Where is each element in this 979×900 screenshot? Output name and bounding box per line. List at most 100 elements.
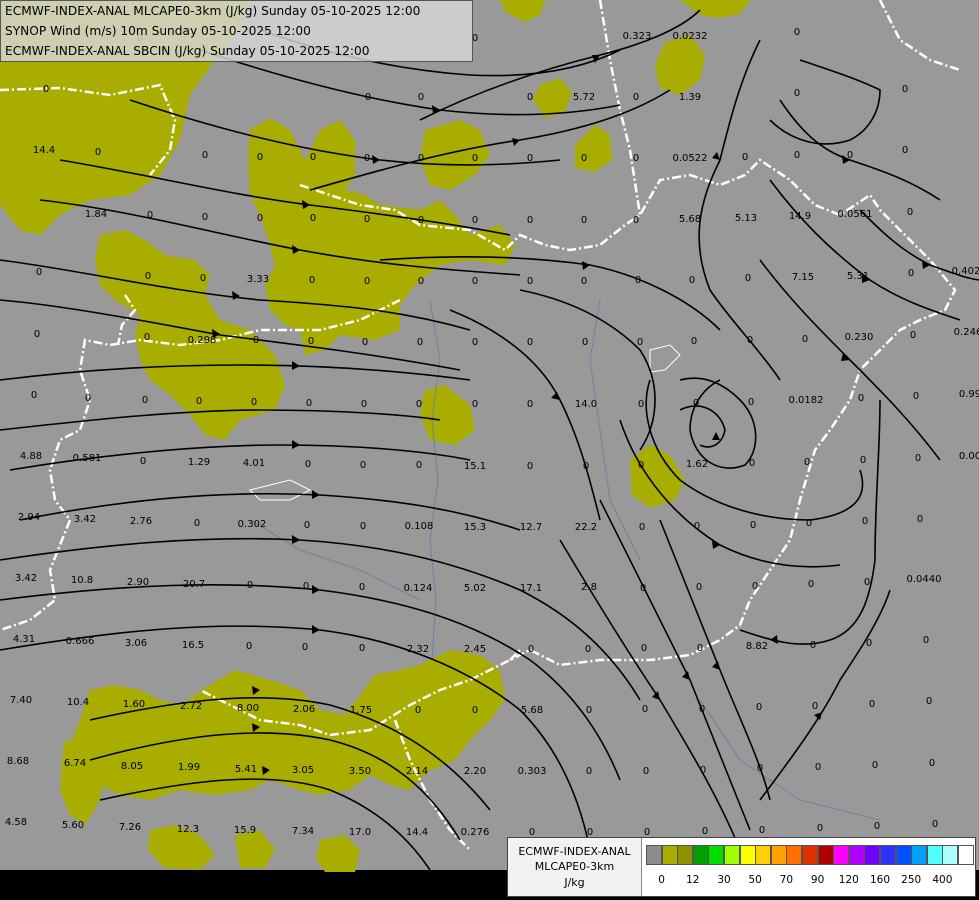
value-label: 0 (247, 580, 253, 591)
value-label: 0 (303, 581, 309, 592)
value-label: 0.298 (188, 335, 217, 346)
legend-color-swatch (833, 845, 850, 865)
value-label: 0 (417, 337, 423, 348)
value-label: 0 (43, 84, 49, 95)
value-label: 0.581 (73, 453, 102, 464)
value-label: 12.3 (177, 824, 199, 835)
value-label: 2.20 (464, 766, 486, 777)
value-label: 0.246 (954, 327, 979, 338)
value-label: 0 (527, 215, 533, 226)
value-label: 0.323 (623, 31, 652, 42)
value-label: 0 (581, 215, 587, 226)
value-label: 0 (36, 267, 42, 278)
legend-color-swatch (708, 845, 725, 865)
value-label: 0 (633, 153, 639, 164)
value-label: 2.90 (127, 577, 149, 588)
value-label: 0 (359, 582, 365, 593)
value-label: 2.32 (407, 644, 429, 655)
value-label: 0 (862, 516, 868, 527)
value-label: 0 (929, 758, 935, 769)
value-label: 0 (696, 582, 702, 593)
value-label: 0 (869, 699, 875, 710)
value-label: 7.34 (292, 826, 314, 837)
value-label: 0 (810, 640, 816, 651)
value-label: 0 (756, 702, 762, 713)
value-label: 0 (794, 27, 800, 38)
value-label: 0 (472, 276, 478, 287)
value-label: 0 (416, 399, 422, 410)
value-label: 8.82 (746, 641, 768, 652)
value-label: 1.62 (686, 459, 708, 470)
value-label: 5.68 (679, 214, 701, 225)
value-label: 5.31 (847, 271, 869, 282)
legend-color-swatch (770, 845, 787, 865)
value-label: 0 (858, 393, 864, 404)
legend-tick-label: 120 (838, 874, 859, 886)
value-label: 7.15 (792, 272, 814, 283)
value-label: 0 (365, 92, 371, 103)
value-label: 3.33 (247, 274, 269, 285)
legend-tick-label: 90 (810, 874, 825, 886)
value-label: 0.0561 (838, 209, 873, 220)
value-label: 6.74 (64, 758, 86, 769)
value-label: 0 (915, 453, 921, 464)
legend-color-swatch (895, 845, 912, 865)
value-label: 0 (527, 153, 533, 164)
value-label: 0 (144, 332, 150, 343)
value-label: 0 (864, 577, 870, 588)
value-label: 0 (359, 643, 365, 654)
value-label: 0 (586, 766, 592, 777)
legend-tick-label: 250 (901, 874, 922, 886)
value-label: 0 (749, 458, 755, 469)
value-label: 5.13 (735, 213, 757, 224)
legend-color-swatch (677, 845, 694, 865)
value-label: 0 (907, 207, 913, 218)
value-label: 0 (794, 88, 800, 99)
value-label: 1.75 (350, 705, 372, 716)
value-label: 1.29 (188, 457, 210, 468)
header-line-mlcape: ECMWF-INDEX-ANAL MLCAPE0-3km (J/kg) Sund… (5, 4, 421, 18)
legend-color-swatch (926, 845, 943, 865)
value-label: 0 (147, 210, 153, 221)
value-label: 0 (908, 268, 914, 279)
value-label: 4.31 (13, 634, 35, 645)
value-label: 0 (416, 460, 422, 471)
value-label: 0 (748, 397, 754, 408)
value-label: 0 (418, 92, 424, 103)
legend-title-model: ECMWF-INDEX-ANAL (518, 845, 631, 858)
legend-tick-label: 30 (717, 874, 731, 886)
legend-color-swatch (942, 845, 959, 865)
legend-color-swatch (692, 845, 709, 865)
legend-tick-label: 50 (748, 874, 762, 886)
value-label: 0 (418, 276, 424, 287)
value-label: 2.14 (406, 766, 428, 777)
legend-color-swatch (848, 845, 865, 865)
value-label: 0 (759, 825, 765, 836)
value-label: 0 (581, 276, 587, 287)
value-label: 0 (364, 214, 370, 225)
value-label: 0 (527, 276, 533, 287)
value-label: 1.84 (85, 209, 107, 220)
value-label: 0 (689, 275, 695, 286)
value-label: 0 (640, 583, 646, 594)
value-label: 0 (305, 459, 311, 470)
value-label: 0 (691, 336, 697, 347)
value-label: 3.06 (125, 638, 147, 649)
value-label: 5.02 (464, 583, 486, 594)
value-label: 2.8 (581, 582, 597, 593)
legend-unit: J/kg (564, 876, 585, 889)
value-label: 0 (902, 84, 908, 95)
value-label: 10.8 (71, 575, 93, 586)
value-label: 14.4 (406, 827, 428, 838)
value-label: 8.00 (237, 703, 259, 714)
value-label: 0 (145, 271, 151, 282)
value-label: 0 (360, 521, 366, 532)
value-label: 17.1 (520, 583, 542, 594)
value-label: 0.0232 (673, 31, 708, 42)
value-label: 0 (34, 329, 40, 340)
value-label: 0 (306, 398, 312, 409)
value-label: 0 (808, 579, 814, 590)
legend-tick-label: 400 (932, 874, 953, 886)
value-label: 0 (932, 819, 938, 830)
value-label: 0 (693, 398, 699, 409)
